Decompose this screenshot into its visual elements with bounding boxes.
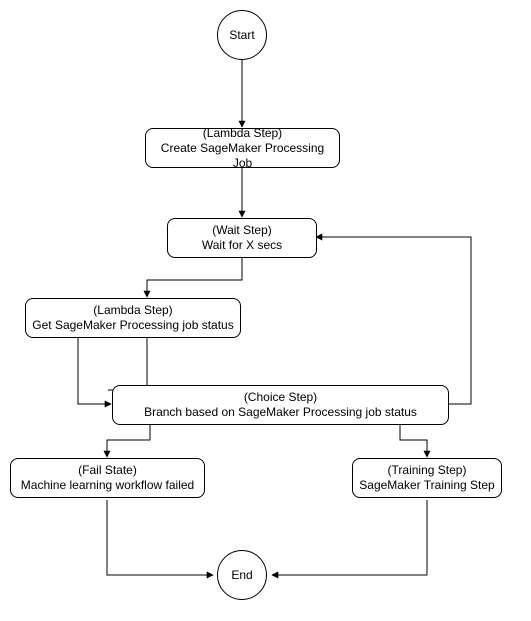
choice-type: (Choice Step)	[244, 390, 317, 405]
start-node: Start	[217, 10, 267, 60]
create-job-node: (Lambda Step) Create SageMaker Processin…	[145, 128, 340, 168]
get-status-type: (Lambda Step)	[93, 303, 172, 318]
wait-node: (Wait Step) Wait for X secs	[167, 218, 317, 258]
create-job-label: Create SageMaker Processing Job	[152, 141, 333, 171]
get-status-label: Get SageMaker Processing job status	[32, 318, 233, 333]
end-node: End	[217, 550, 267, 600]
fail-node: (Fail State) Machine learning workflow f…	[10, 458, 205, 498]
train-label: SageMaker Training Step	[359, 478, 494, 493]
wait-type: (Wait Step)	[212, 223, 272, 238]
get-status-node: (Lambda Step) Get SageMaker Processing j…	[25, 298, 241, 338]
start-label: Start	[229, 28, 254, 43]
create-job-type: (Lambda Step)	[203, 126, 282, 141]
choice-label: Branch based on SageMaker Processing job…	[144, 405, 417, 420]
end-label: End	[231, 568, 252, 583]
train-node: (Training Step) SageMaker Training Step	[352, 458, 502, 498]
wait-label: Wait for X secs	[202, 238, 282, 253]
fail-type: (Fail State)	[78, 463, 137, 478]
fail-label: Machine learning workflow failed	[21, 478, 194, 493]
train-type: (Training Step)	[388, 463, 467, 478]
choice-node: (Choice Step) Branch based on SageMaker …	[112, 385, 449, 425]
